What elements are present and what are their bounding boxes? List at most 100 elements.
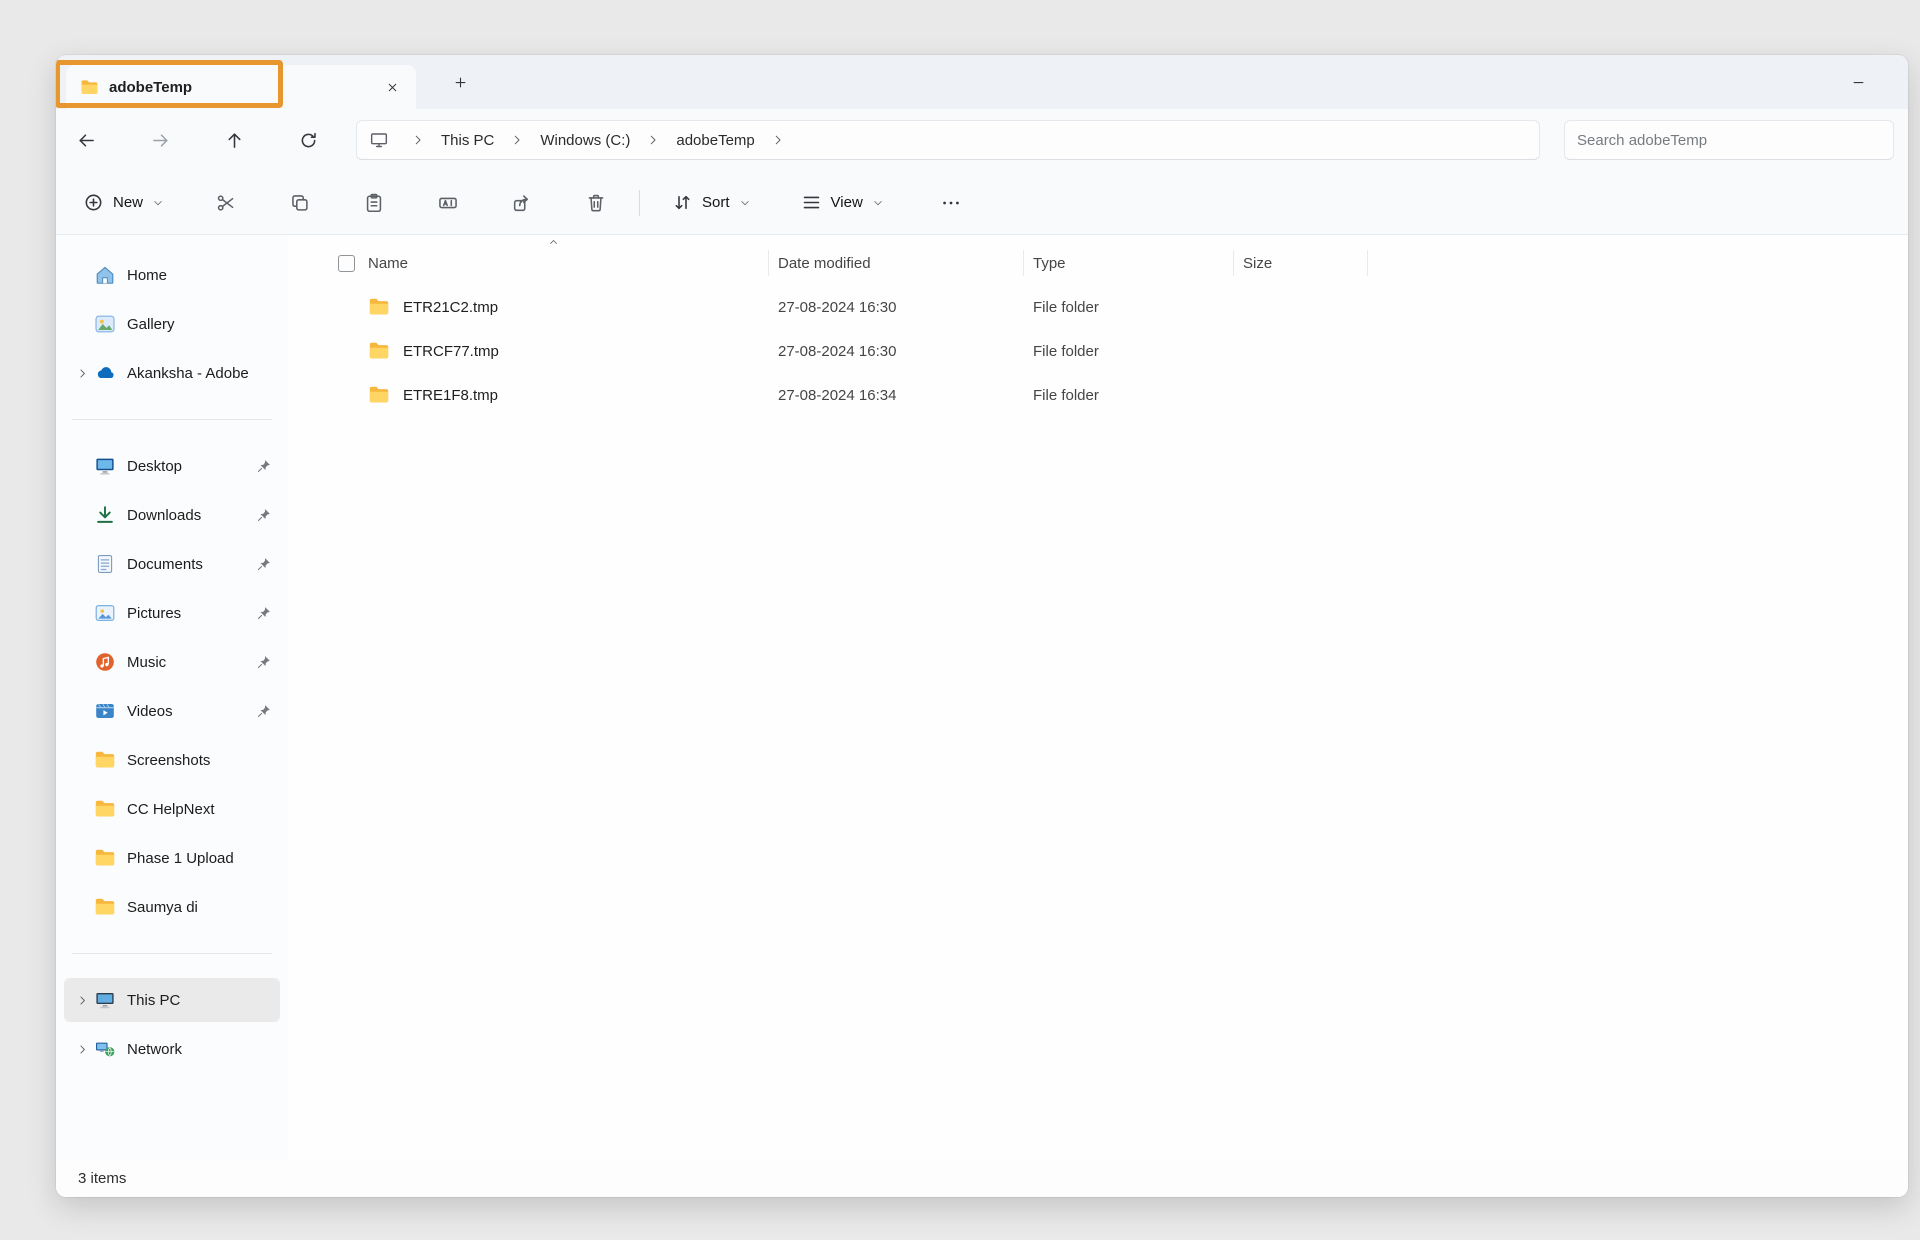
more-options-button[interactable] [928,182,974,224]
rename-button[interactable] [425,182,471,224]
sidebar-item-label: Home [127,267,272,284]
column-header-size[interactable]: Size [1233,241,1368,285]
sort-icon [672,192,693,213]
tab-bar: adobeTemp [56,55,1908,109]
sort-button[interactable]: Sort [660,182,763,224]
breadcrumb-this-pc[interactable]: This PC [439,129,496,152]
clipboard-paste-icon [363,192,385,214]
sidebar-divider [72,953,272,954]
pin-icon [256,605,272,621]
sidebar-item-label: Network [127,1041,272,1058]
chevron-right-icon [510,133,524,147]
search-box[interactable] [1564,120,1894,160]
sidebar-item-this-pc[interactable]: This PC [64,978,280,1022]
folder-icon [94,798,116,820]
paste-button[interactable] [351,182,397,224]
up-button[interactable] [212,119,256,161]
chevron-down-icon [152,197,164,209]
sidebar: Home Gallery Akanksha - Adobe [56,235,288,1159]
tab-adobetemp[interactable]: adobeTemp [66,65,416,109]
arrow-left-icon [76,130,97,151]
file-row[interactable]: ETR21C2.tmp 27-08-2024 16:30 File folder [288,285,1908,329]
breadcrumb-adobetemp[interactable]: adobeTemp [674,129,756,152]
column-header-row: Name Date modified Type Size [288,241,1908,285]
sidebar-item-screenshots[interactable]: Screenshots [64,738,280,782]
column-header-name[interactable]: Name [368,241,768,285]
sidebar-item-documents[interactable]: Documents [64,542,280,586]
file-name: ETRCF77.tmp [403,343,499,360]
arrow-up-icon [224,130,245,151]
chevron-right-icon[interactable] [76,367,89,380]
file-date-modified: 27-08-2024 16:30 [768,343,1023,360]
file-type: File folder [1023,299,1233,316]
minimize-icon [1851,75,1866,90]
select-all-checkbox[interactable] [338,255,355,272]
sidebar-item-cc-helpnext[interactable]: CC HelpNext [64,787,280,831]
folder-icon [94,749,116,771]
scissors-icon [215,192,237,214]
chevron-right-icon[interactable] [76,994,89,1007]
pin-icon [256,507,272,523]
music-icon [94,651,116,673]
sidebar-item-label: Phase 1 Upload [127,850,272,867]
file-date-modified: 27-08-2024 16:34 [768,387,1023,404]
sidebar-item-phase-1-upload[interactable]: Phase 1 Upload [64,836,280,880]
sidebar-item-label: Music [127,654,256,671]
breadcrumb[interactable]: This PC Windows (C:) adobeTemp [356,120,1540,160]
pin-icon [256,556,272,572]
copy-icon [289,192,311,214]
sidebar-item-onedrive[interactable]: Akanksha - Adobe [64,351,280,395]
new-button[interactable]: New [70,182,177,224]
new-button-label: New [113,194,143,211]
sidebar-item-home[interactable]: Home [64,253,280,297]
view-button[interactable]: View [789,182,896,224]
share-button[interactable] [499,182,545,224]
file-row[interactable]: ETRCF77.tmp 27-08-2024 16:30 File folder [288,329,1908,373]
plus-circle-icon [83,192,104,213]
sidebar-item-downloads[interactable]: Downloads [64,493,280,537]
folder-icon [368,340,390,362]
breadcrumb-windows-c[interactable]: Windows (C:) [538,129,632,152]
sidebar-item-label: This PC [127,992,272,1009]
status-bar: 3 items [56,1159,1908,1197]
delete-button[interactable] [573,182,619,224]
file-date-modified: 27-08-2024 16:30 [768,299,1023,316]
sidebar-item-desktop[interactable]: Desktop [64,444,280,488]
tab-close-button[interactable] [378,73,406,101]
sidebar-item-pictures[interactable]: Pictures [64,591,280,635]
column-header-type[interactable]: Type [1023,241,1233,285]
file-row[interactable]: ETRE1F8.tmp 27-08-2024 16:34 File folder [288,373,1908,417]
sidebar-item-saumya-di[interactable]: Saumya di [64,885,280,929]
sidebar-item-label: CC HelpNext [127,801,272,818]
chevron-right-icon[interactable] [76,1043,89,1056]
sidebar-item-network[interactable]: Network [64,1027,280,1071]
search-input[interactable] [1577,132,1881,149]
column-header-date-modified[interactable]: Date modified [768,241,1023,285]
sidebar-item-videos[interactable]: Videos [64,689,280,733]
copy-button[interactable] [277,182,323,224]
chevron-right-icon [411,133,425,147]
refresh-button[interactable] [286,119,330,161]
sidebar-item-label: Screenshots [127,752,272,769]
documents-icon [94,553,116,575]
ellipsis-icon [940,192,962,214]
file-name: ETRE1F8.tmp [403,387,498,404]
close-icon [386,81,399,94]
arrow-right-icon [150,130,171,151]
folder-icon [368,384,390,406]
forward-button[interactable] [138,119,182,161]
downloads-icon [94,504,116,526]
pin-icon [256,703,272,719]
back-button[interactable] [64,119,108,161]
folder-icon [94,847,116,869]
network-icon [94,1038,116,1060]
minimize-button[interactable] [1838,66,1878,98]
sidebar-item-gallery[interactable]: Gallery [64,302,280,346]
sidebar-item-label: Documents [127,556,256,573]
onedrive-cloud-icon [94,362,116,384]
toolbar-divider [639,190,640,216]
rename-icon [437,192,459,214]
cut-button[interactable] [203,182,249,224]
new-tab-button[interactable] [444,66,476,98]
sidebar-item-music[interactable]: Music [64,640,280,684]
